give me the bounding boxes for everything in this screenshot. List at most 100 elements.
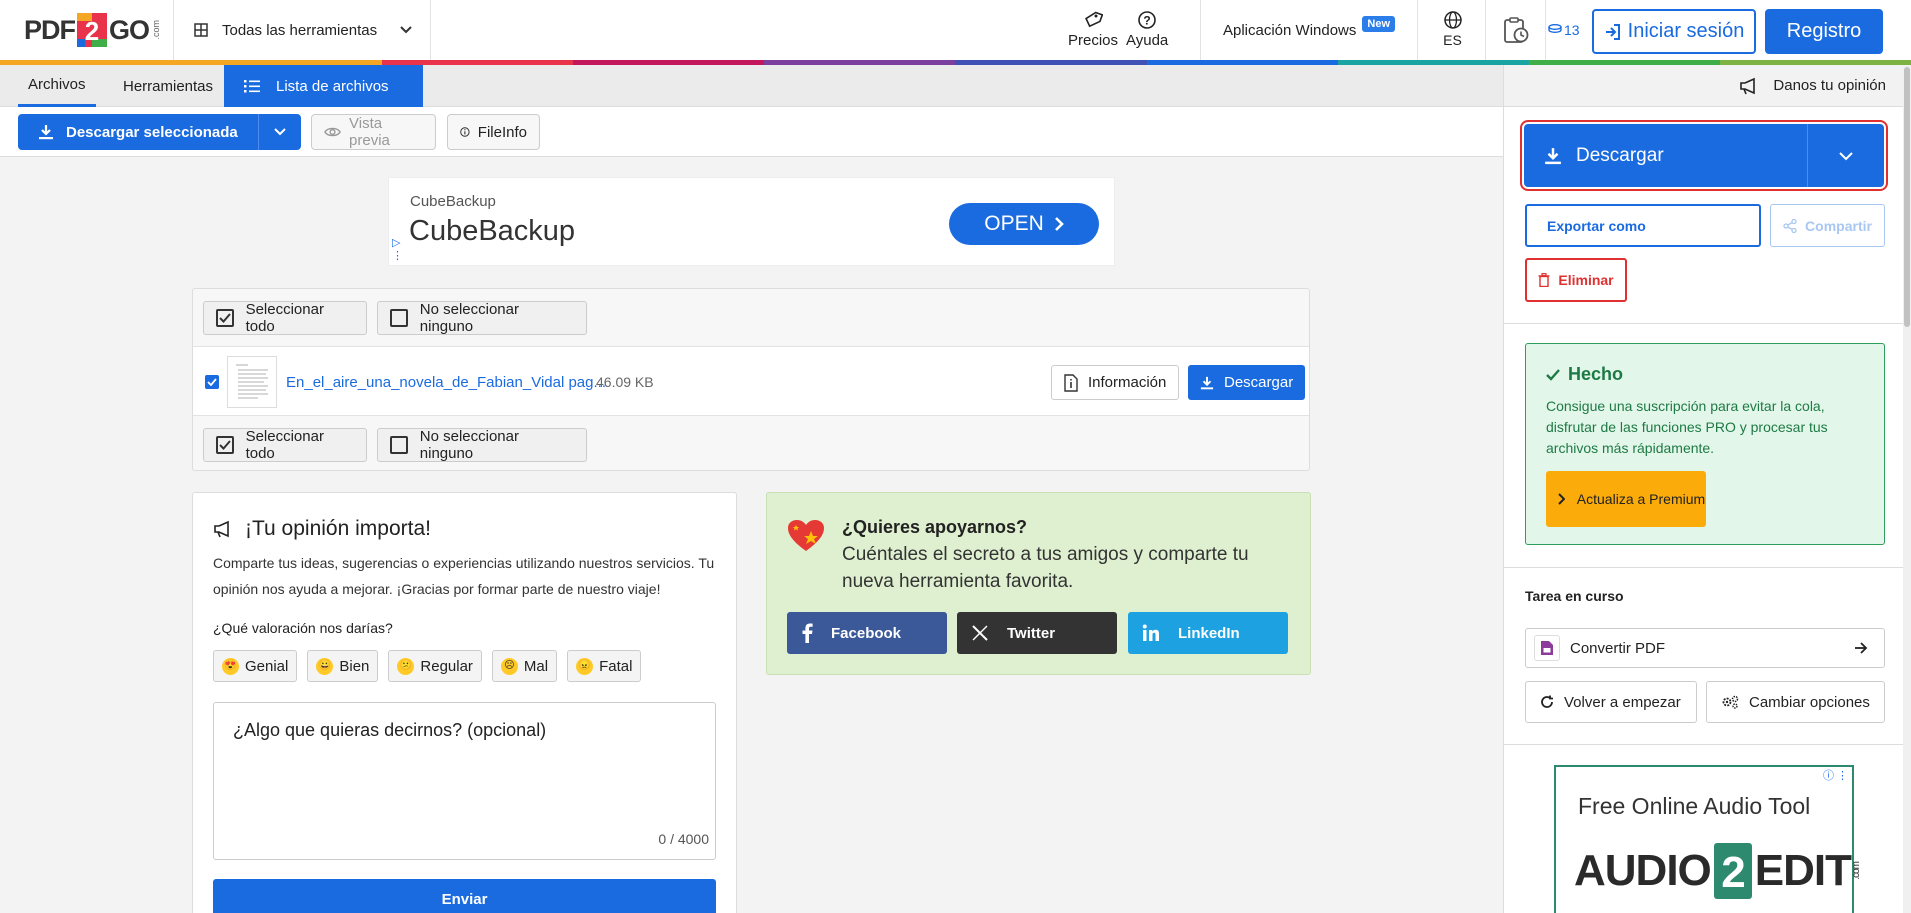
scrollbar-thumb[interactable] [1904, 67, 1910, 327]
megaphone-icon [214, 520, 229, 538]
restart-button[interactable]: Volver a empezar [1525, 681, 1697, 723]
facebook-share-button[interactable]: Facebook [787, 612, 947, 654]
give-feedback-link[interactable]: Danos tu opinión [1504, 65, 1911, 107]
x-twitter-icon [972, 625, 988, 641]
convert-pdf-link[interactable]: Convertir PDF [1525, 628, 1885, 668]
login-label: Iniciar sesión [1627, 20, 1745, 42]
main-download-action[interactable]: Descargar [1524, 124, 1808, 187]
sad-emoji-icon: ☹ [500, 657, 518, 675]
login-button[interactable]: Iniciar sesión [1592, 9, 1756, 54]
file-name-link[interactable]: En_el_aire_una_novela_de_Fabian_Vidal pa… [286, 374, 606, 391]
history-button[interactable] [1486, 0, 1546, 60]
rating-fatal[interactable]: 😠 Fatal [567, 650, 642, 682]
logo-two-mark: 2 [77, 13, 107, 47]
rating-mal[interactable]: ☹ Mal [491, 650, 558, 682]
selection-row-top: Seleccionar todo No seleccionar ninguno [193, 289, 1309, 346]
windows-app-link[interactable]: Aplicación Windows New [1200, 0, 1419, 60]
linkedin-icon [1142, 624, 1159, 641]
help-label: Ayuda [1126, 32, 1169, 49]
language-label: ES [1443, 32, 1462, 48]
arrow-right-icon [1855, 642, 1868, 654]
export-as-button[interactable]: Exportar como [1525, 204, 1761, 247]
current-task-title: Tarea en curso [1525, 588, 1624, 604]
file-size: 46.09 KB [596, 374, 654, 390]
checked-box-icon [216, 435, 234, 454]
select-none-button[interactable]: No seleccionar ninguno [377, 427, 587, 462]
feedback-textarea[interactable]: ¿Algo que quieras decirnos? (opcional) 0… [213, 702, 716, 860]
send-feedback-button[interactable]: Enviar [213, 879, 716, 913]
select-all-button[interactable]: Seleccionar todo [203, 300, 367, 335]
page-scrollbar[interactable] [1903, 65, 1911, 913]
language-selector[interactable]: ES [1420, 0, 1486, 60]
file-list-panel: Seleccionar todo No seleccionar ninguno … [192, 288, 1310, 471]
chevron-down-icon [1839, 151, 1853, 160]
pdf2go-logo[interactable]: PDF 2 GO .com [24, 12, 161, 48]
neutral-emoji-icon: 😕 [397, 657, 415, 675]
register-label: Registro [1786, 20, 1862, 42]
download-selected-dropdown[interactable] [259, 127, 301, 137]
all-tools-dropdown[interactable]: Todas las herramientas [173, 0, 431, 60]
main-download-dropdown[interactable] [1808, 151, 1884, 161]
upgrade-premium-button[interactable]: Actualiza a Premium [1546, 471, 1706, 527]
support-text: Cuéntales el secreto a tus amigos y comp… [842, 544, 1249, 592]
new-badge: New [1362, 16, 1396, 32]
facebook-icon [802, 623, 813, 643]
angry-emoji-icon: 😠 [576, 657, 594, 675]
rating-bien[interactable]: 😀 Bien [307, 650, 379, 682]
tag-icon [1085, 11, 1104, 28]
trash-icon [1538, 273, 1550, 287]
all-tools-label: Todas las herramientas [222, 21, 378, 39]
rating-regular[interactable]: 😕 Regular [388, 650, 482, 682]
credits-counter[interactable]: 13 [1548, 22, 1580, 38]
file-download-button[interactable]: Descargar [1188, 365, 1306, 400]
chevron-right-icon [1054, 217, 1064, 231]
ad-open-button[interactable]: OPEN [949, 203, 1099, 245]
tab-file-list[interactable]: Lista de archivos [224, 65, 423, 107]
file-toolbar: Descargar seleccionada Vista previa File… [0, 107, 1503, 157]
select-none-button[interactable]: No seleccionar ninguno [377, 300, 587, 335]
rating-options: 😍 Genial 😀 Bien 😕 Regular ☹ Mal 😠 Fatal [213, 650, 642, 682]
gears-icon [1722, 695, 1739, 709]
sign-in-icon [1605, 23, 1620, 40]
char-counter: 0 / 4000 [658, 831, 709, 847]
file-info-button[interactable]: Información [1051, 365, 1180, 400]
eye-icon [324, 127, 341, 137]
download-icon [39, 125, 53, 140]
ad-banner[interactable]: CubeBackup CubeBackup OPEN ▷ ⋮ [388, 177, 1115, 266]
share-button[interactable]: Compartir [1770, 204, 1885, 247]
change-options-button[interactable]: Cambiar opciones [1706, 681, 1885, 723]
tab-tools[interactable]: Herramientas [123, 65, 213, 107]
chevron-down-icon [400, 26, 412, 34]
clipboard-clock-icon [1503, 17, 1528, 43]
ad-headline: CubeBackup [409, 215, 576, 247]
feedback-card: ¡Tu opinión importa! Comparte tus ideas,… [192, 492, 737, 913]
ad-choices-icon[interactable]: ▷ ⋮ [392, 236, 403, 262]
select-all-button[interactable]: Seleccionar todo [203, 427, 367, 462]
empty-box-icon [390, 308, 408, 327]
rating-genial[interactable]: 😍 Genial [213, 650, 298, 682]
download-selected-button[interactable]: Descargar seleccionada [18, 114, 301, 150]
main-download-button[interactable]: Descargar [1520, 120, 1888, 191]
file-row[interactable]: En_el_aire_una_novela_de_Fabian_Vidal pa… [193, 346, 1309, 416]
twitter-share-button[interactable]: Twitter [957, 612, 1117, 654]
help-link[interactable]: ? Ayuda [1126, 10, 1168, 49]
ad-title: Free Online Audio Tool [1578, 793, 1811, 819]
divider [1504, 323, 1911, 324]
download-selected-main[interactable]: Descargar seleccionada [18, 114, 259, 150]
tab-files[interactable]: Archivos [18, 65, 96, 107]
ad-choices-icon[interactable]: ⓘ ⋮ [1823, 767, 1848, 783]
fileinfo-button[interactable]: FileInfo [447, 114, 540, 150]
file-checkbox[interactable] [205, 375, 219, 389]
delete-button[interactable]: Eliminar [1525, 258, 1627, 302]
question-circle-icon: ? [1138, 11, 1156, 29]
preview-button[interactable]: Vista previa [311, 114, 436, 150]
audio2edit-ad[interactable]: ⓘ ⋮ Free Online Audio Tool AUDIO 2 EDIT … [1554, 765, 1862, 913]
feedback-placeholder: ¿Algo que quieras decirnos? (opcional) [233, 720, 547, 740]
linkedin-share-button[interactable]: LinkedIn [1128, 612, 1288, 654]
register-button[interactable]: Registro [1765, 9, 1883, 54]
pricing-link[interactable]: Precios [1068, 10, 1118, 49]
windows-app-label: Aplicación Windows [1223, 21, 1357, 39]
logo-text-left: PDF [24, 14, 76, 45]
divider [1504, 744, 1911, 745]
share-icon [1783, 218, 1797, 233]
